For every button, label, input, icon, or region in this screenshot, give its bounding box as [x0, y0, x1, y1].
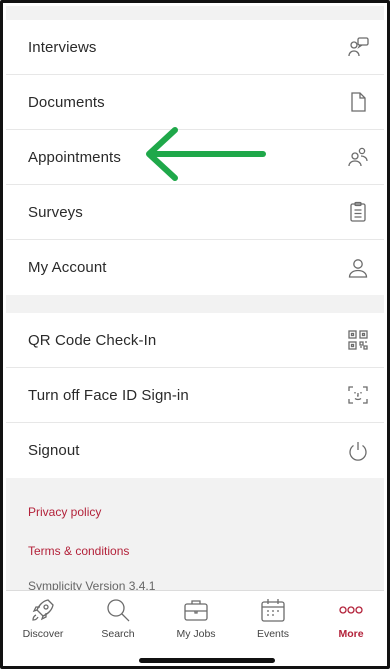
power-icon — [345, 438, 371, 464]
section-gap-top — [6, 6, 384, 20]
menu-item-label: Surveys — [28, 203, 83, 221]
briefcase-icon — [184, 600, 208, 621]
tab-more[interactable]: More — [316, 595, 386, 640]
tab-label: More — [338, 628, 364, 640]
calendar-icon — [261, 599, 285, 622]
person-icon — [345, 255, 371, 281]
tab-discover[interactable]: Discover — [8, 595, 78, 640]
privacy-policy-link[interactable]: Privacy policy — [28, 505, 101, 519]
menu-item-label: Turn off Face ID Sign-in — [28, 386, 189, 404]
annotation-arrow-icon — [146, 127, 266, 181]
menu-item-interviews[interactable]: Interviews — [6, 20, 384, 75]
menu-item-label: My Account — [28, 259, 107, 276]
menu-item-qr-check-in[interactable]: QR Code Check-In — [6, 313, 384, 368]
menu-item-label: Documents — [28, 93, 105, 111]
terms-link[interactable]: Terms & conditions — [28, 544, 129, 558]
tab-my-jobs[interactable]: My Jobs — [161, 595, 231, 640]
search-icon — [107, 599, 130, 622]
menu-item-documents[interactable]: Documents — [6, 75, 384, 130]
tab-label: Discover — [22, 628, 64, 640]
footer-area: Privacy policy Terms & conditions Sympli… — [6, 478, 384, 593]
menu-item-surveys[interactable]: Surveys — [6, 185, 384, 240]
document-icon — [345, 89, 371, 115]
menu-item-signout[interactable]: Signout — [6, 423, 384, 478]
tab-label: Search — [101, 628, 135, 640]
menu-group-secondary: QR Code Check-In Turn off Face ID Sign-i… — [6, 313, 384, 478]
menu-item-label: QR Code Check-In — [28, 331, 157, 349]
interview-chat-icon — [345, 34, 371, 60]
more-dots-icon — [339, 606, 363, 614]
menu-item-my-account[interactable]: My Account — [6, 240, 384, 295]
tab-events[interactable]: Events — [238, 595, 308, 640]
people-icon — [345, 144, 371, 170]
tab-search[interactable]: Search — [83, 595, 153, 640]
tab-label: My Jobs — [176, 628, 216, 640]
clipboard-icon — [345, 199, 371, 225]
menu-item-label: Interviews — [28, 38, 97, 56]
menu-item-label: Appointments — [28, 148, 121, 166]
section-gap — [6, 295, 384, 313]
qr-code-icon — [345, 327, 371, 353]
home-indicator — [139, 658, 275, 663]
menu-item-face-id[interactable]: Turn off Face ID Sign-in — [6, 368, 384, 423]
app-frame: Interviews Documents Appointments Survey… — [0, 0, 390, 669]
tab-label: Events — [256, 628, 290, 640]
rocket-icon — [32, 599, 54, 621]
face-id-icon — [345, 382, 371, 408]
menu-item-label: Signout — [28, 442, 80, 459]
